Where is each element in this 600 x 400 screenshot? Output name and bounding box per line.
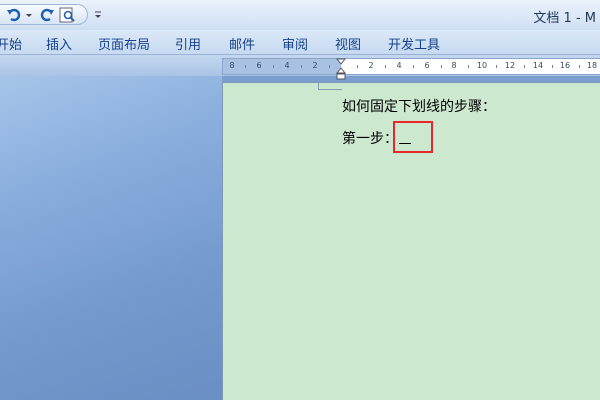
title-bar: 文档 1 - M [0, 0, 600, 30]
tab-developer[interactable]: 开发工具 [388, 34, 440, 53]
tab-view[interactable]: 视图 [335, 34, 361, 53]
quick-access-toolbar [0, 4, 88, 25]
document-line-1: 如何固定下划线的步骤： [342, 99, 496, 115]
ruler-tick-label: 2 [368, 61, 374, 70]
print-preview-button[interactable] [59, 7, 77, 23]
workspace-background [0, 76, 222, 400]
ruler-tick-label: 10 [476, 61, 488, 70]
tab-review[interactable]: 审阅 [282, 34, 308, 53]
chevron-down-icon [26, 14, 32, 17]
ruler-tick-label: 8 [451, 61, 457, 70]
tab-references[interactable]: 引用 [175, 34, 201, 53]
undo-button[interactable] [6, 7, 22, 23]
tab-mailings[interactable]: 邮件 [229, 34, 255, 53]
tab-insert[interactable]: 插入 [46, 34, 72, 53]
text-boundary-mark [318, 82, 342, 90]
ruler-tick-label: 12 [504, 61, 516, 70]
customize-toolbar-button[interactable] [93, 7, 103, 26]
customize-toolbar-icon [95, 11, 101, 18]
redo-button[interactable] [39, 7, 55, 23]
tab-page-layout[interactable]: 页面布局 [98, 34, 150, 53]
window-title: 文档 1 - M [533, 11, 596, 26]
ruler-tick-label: 14 [532, 61, 544, 70]
ruler-tick-label: 18 [586, 61, 598, 70]
ribbon-tabs: 开始 插入 页面布局 引用 邮件 审阅 视图 开发工具 [0, 30, 600, 55]
horizontal-ruler[interactable]: 8 6 4 2 2 4 6 8 10 12 14 16 18 [222, 58, 600, 75]
redo-icon [40, 8, 54, 22]
ruler-tick-label: 16 [559, 61, 571, 70]
ruler-tick-label: 6 [424, 61, 430, 70]
ruler-tick-label: 2 [312, 61, 318, 70]
indent-marker-icon[interactable] [336, 58, 346, 80]
ruler-tick-label: 4 [396, 61, 402, 70]
document-line-2: 第一步： [342, 131, 398, 147]
print-preview-icon [59, 7, 75, 23]
highlight-box [393, 121, 433, 153]
ruler-tick-label: 8 [229, 61, 235, 70]
undo-dropdown[interactable] [25, 7, 33, 23]
ruler-margin-area [223, 59, 341, 74]
ruler-tick-label: 6 [256, 61, 262, 70]
text-cursor-underline [399, 143, 411, 144]
tab-home[interactable]: 开始 [0, 34, 22, 53]
ruler-tick-label: 4 [284, 61, 290, 70]
undo-icon [7, 8, 21, 22]
